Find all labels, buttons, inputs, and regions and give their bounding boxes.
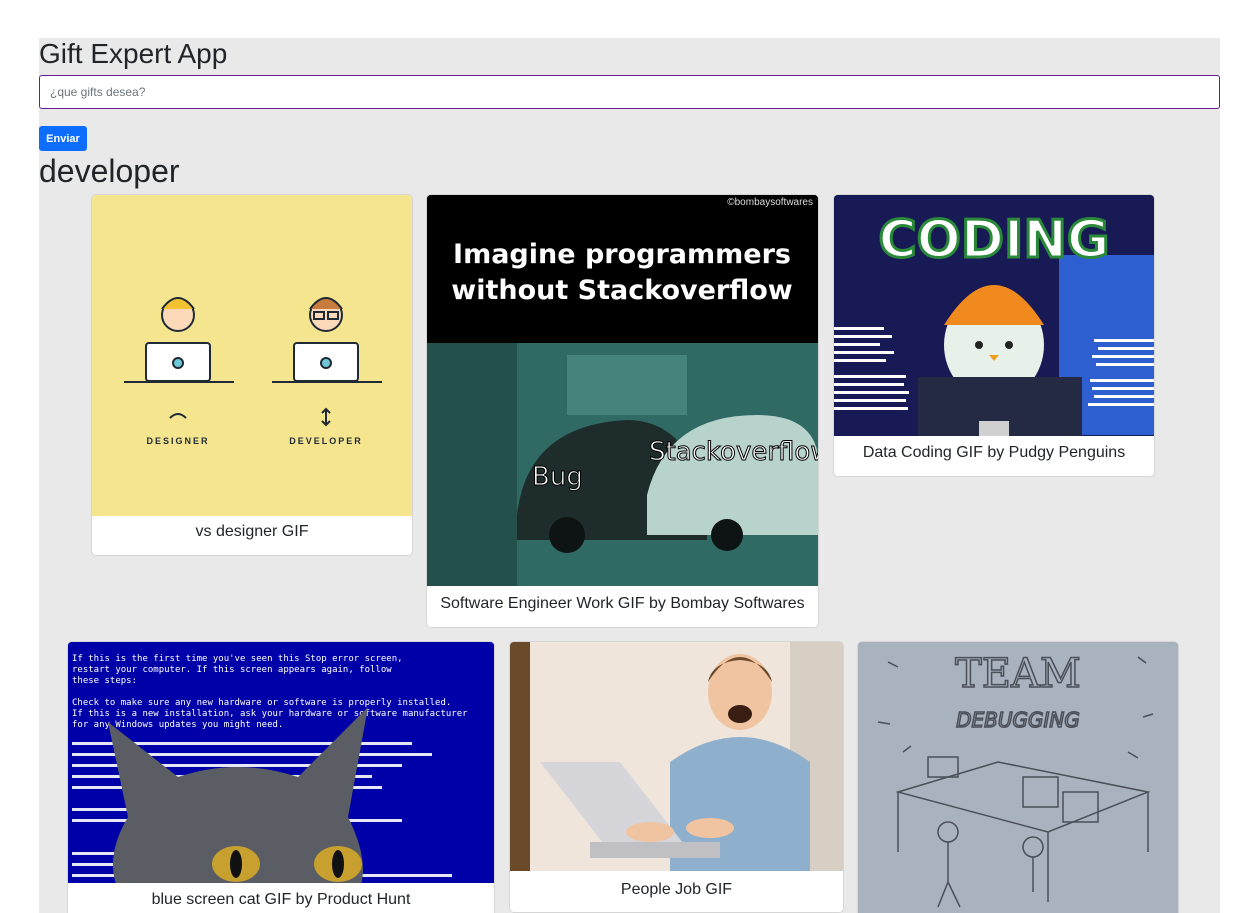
gif-image-text: Stackoverflow xyxy=(649,437,818,467)
gif-image-text: DEBUGGING xyxy=(956,708,1080,732)
app-title: Gift Expert App xyxy=(39,38,228,69)
gif-image: CODING xyxy=(834,195,1154,436)
gif-image-text: these steps: xyxy=(72,676,137,686)
gif-card[interactable]: People Job GIF xyxy=(509,641,844,913)
gif-title: Data Coding GIF by Pudgy Penguins xyxy=(862,444,1126,461)
gif-image xyxy=(510,642,843,871)
gif-image-text: without Stackoverflow xyxy=(451,275,793,306)
gif-card[interactable]: DESIGNER DEVELOPER vs designer GIF xyxy=(91,194,413,556)
gif-image-text: DESIGNER xyxy=(146,436,209,446)
gif-image: TEAM DEBUGGING xyxy=(858,642,1178,913)
gif-image-text: If this is the first time you've seen th… xyxy=(72,654,403,664)
gif-image-text: TEAM xyxy=(955,651,1081,697)
category-title: developer xyxy=(39,153,180,189)
gif-image-text: Check to make sure any new hardware or s… xyxy=(72,698,451,708)
gif-image-text: DEVELOPER xyxy=(289,436,363,446)
gif-title: vs designer GIF xyxy=(195,523,309,540)
gif-image-text: ©bombaysoftwares xyxy=(727,197,813,208)
gif-image-text: CODING xyxy=(878,210,1109,270)
gif-image-text: for any Windows updates you might need. xyxy=(72,720,283,730)
gif-image: If this is the first time you've seen th… xyxy=(68,642,494,883)
gif-image-text: Imagine programmers xyxy=(453,239,791,270)
gif-card[interactable]: ©bombaysoftwares Imagine programmers wit… xyxy=(426,194,819,628)
gif-image-text: restart your computer. If this screen ap… xyxy=(72,665,392,675)
gif-expert-app: Gift Expert App Enviar developer xyxy=(39,38,1220,913)
gif-image: ©bombaysoftwares Imagine programmers wit… xyxy=(427,195,818,586)
gif-card[interactable]: If this is the first time you've seen th… xyxy=(67,641,495,913)
gif-title: blue screen cat GIF by Product Hunt xyxy=(151,891,411,908)
submit-button[interactable]: Enviar xyxy=(39,126,87,151)
gif-card[interactable]: CODING Data Coding GIF by Pudgy Penguins xyxy=(833,194,1155,477)
gif-image-text: Bug xyxy=(532,462,583,492)
gif-image-text: If this is a new installation, ask your … xyxy=(72,709,468,719)
gif-title: People Job GIF xyxy=(620,881,733,898)
gif-card[interactable]: TEAM DEBUGGING xyxy=(857,641,1179,913)
gif-image: DESIGNER DEVELOPER xyxy=(92,195,412,516)
gif-title: Software Engineer Work GIF by Bombay Sof… xyxy=(440,595,805,612)
search-input[interactable] xyxy=(39,75,1220,109)
